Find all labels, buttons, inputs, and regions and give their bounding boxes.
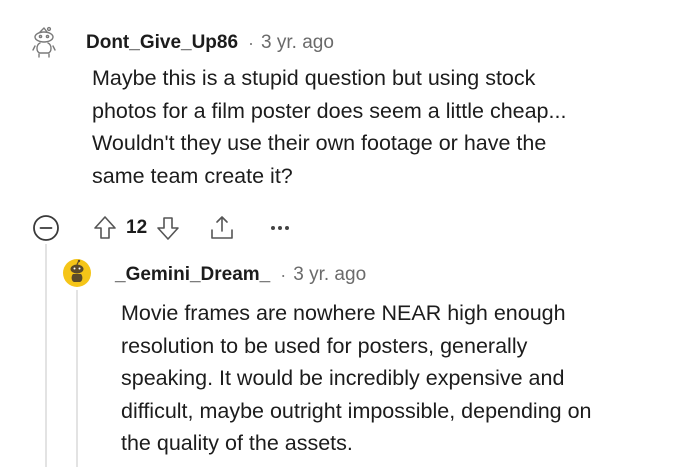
- snoo-outline-icon: [32, 26, 56, 58]
- vote-count: 12: [126, 217, 148, 238]
- meta-separator: ·: [280, 264, 287, 285]
- thread-line-reply: [76, 290, 78, 467]
- collapse-button[interactable]: [32, 214, 60, 242]
- comment-body-line: Wouldn't they use their own footage or h…: [92, 131, 547, 155]
- timestamp: 3 yr. ago: [261, 32, 334, 53]
- comment-body-line: speaking. It would be incredibly expensi…: [121, 366, 565, 390]
- comment-actions: 12: [92, 214, 294, 242]
- share-icon: [211, 216, 233, 239]
- comment-body: Maybe this is a stupid question but usin…: [92, 62, 566, 192]
- timestamp: 3 yr. ago: [293, 264, 367, 285]
- downvote-button[interactable]: [155, 214, 181, 242]
- comment-body-line: the quality of the assets.: [121, 431, 353, 455]
- comment-meta: Dont_Give_Up86 · 3 yr. ago: [86, 30, 334, 56]
- comment-body-line: Maybe this is a stupid question but usin…: [92, 66, 536, 90]
- more-options-icon: [271, 226, 290, 230]
- downvote-arrow-icon: [157, 217, 179, 240]
- meta-separator: ·: [248, 32, 255, 53]
- comment-body-line: photos for a film poster does seem a lit…: [92, 98, 567, 123]
- comment-body-line: resolution to be used for posters, gener…: [121, 333, 528, 358]
- username[interactable]: _Gemini_Dream_: [115, 264, 270, 286]
- comment-body-line: Movie frames are nowhere NEAR high enoug…: [121, 301, 566, 325]
- upvote-button[interactable]: [92, 214, 118, 242]
- comment-meta: _Gemini_Dream_ · 3 yr. ago: [115, 262, 366, 288]
- upvote-arrow-icon: [94, 216, 116, 239]
- thread-line-main: [45, 244, 47, 467]
- avatar-gemini-dream[interactable]: [62, 258, 92, 288]
- username[interactable]: Dont_Give_Up86: [86, 32, 238, 54]
- comment-body-line: difficult, maybe outright impossible, de…: [121, 398, 592, 423]
- comment-body-line: same team create it?: [92, 163, 293, 188]
- more-options-button[interactable]: [266, 214, 294, 242]
- comment-body: Movie frames are nowhere NEAR high enoug…: [121, 297, 592, 460]
- snoo-yellow-icon: [63, 259, 91, 287]
- collapse-minus-icon: [33, 215, 59, 241]
- share-button[interactable]: [208, 214, 236, 242]
- avatar-dont-give-up86[interactable]: [30, 26, 60, 58]
